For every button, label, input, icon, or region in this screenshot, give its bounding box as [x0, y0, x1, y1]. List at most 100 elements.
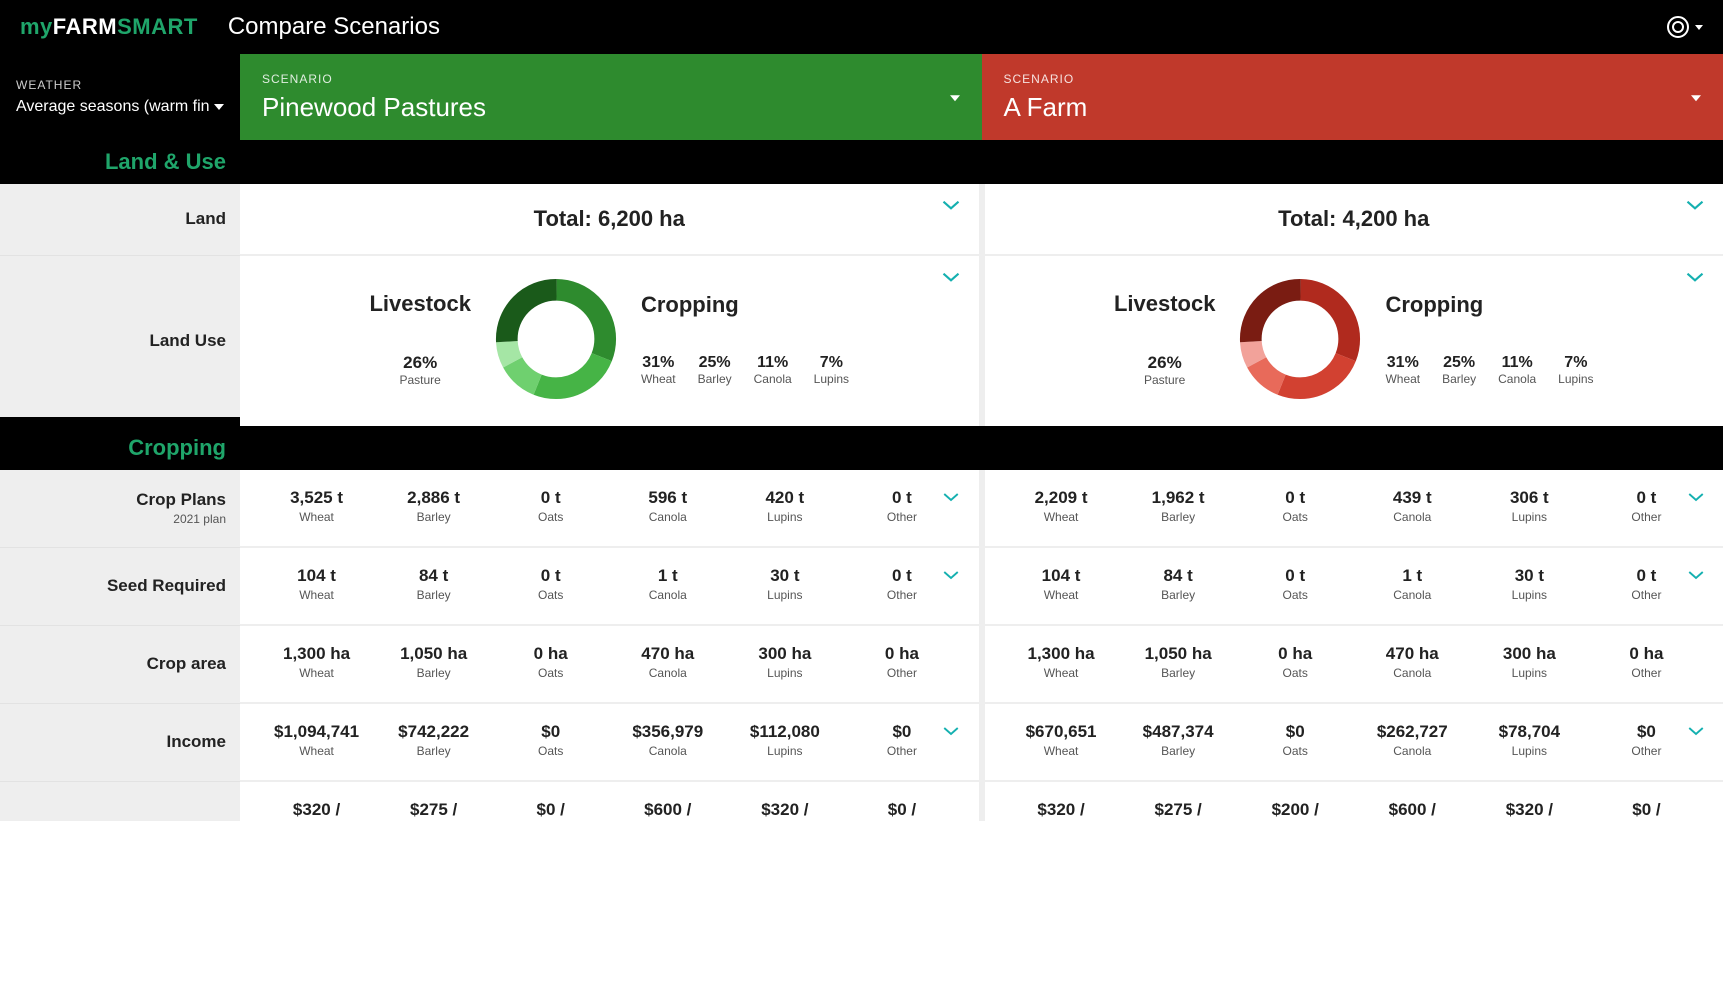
- crop-cell: $262,727Canola: [1354, 722, 1471, 758]
- land-left-panel: Total: 6,200 ha: [240, 184, 979, 254]
- expand-toggle[interactable]: [941, 270, 961, 289]
- scenario-left-name: Pinewood Pastures: [262, 92, 960, 123]
- landuse-left-panel: Livestock 26% Pasture Cropping 31%Wheat: [240, 255, 979, 426]
- crop-cell: 0 haOats: [492, 644, 609, 680]
- land-right-panel: Total: 4,200 ha: [985, 184, 1723, 254]
- landuse-right-panel: Livestock 26% Pasture Cropping 31%Wheat: [985, 255, 1723, 426]
- cropping-row: Seed Required104 tWheat84 tBarley0 tOats…: [0, 547, 1723, 625]
- crop-cell: $742,222Barley: [375, 722, 492, 758]
- crop-cell: $0 /: [1588, 800, 1705, 820]
- crop-cell: 2,886 tBarley: [375, 488, 492, 524]
- page-title: Compare Scenarios: [228, 13, 440, 41]
- scenario-right-selector[interactable]: SCENARIO A Farm: [982, 54, 1723, 140]
- brand-farm: FARM: [53, 14, 117, 39]
- crop-cell: 1 tCanola: [609, 566, 726, 602]
- weather-value: Average seasons (warm fin: [16, 98, 210, 116]
- crop-cell: 0 tOats: [1237, 566, 1354, 602]
- expand-toggle[interactable]: [941, 198, 961, 217]
- crop-cell: $320 /: [1003, 800, 1120, 820]
- weather-selector[interactable]: WEATHER Average seasons (warm fin: [0, 54, 240, 140]
- cropping-row: Crop area1,300 haWheat1,050 haBarley0 ha…: [0, 625, 1723, 703]
- row-label: [0, 781, 240, 821]
- crop-cell: 1 tCanola: [1354, 566, 1471, 602]
- crop-cell: $78,704Lupins: [1471, 722, 1588, 758]
- crop-cell: $0Other: [1588, 722, 1705, 758]
- crop-cell: $320 /: [726, 800, 843, 820]
- row-label: Income: [0, 703, 240, 780]
- scenario-right-name: A Farm: [1004, 92, 1702, 123]
- expand-toggle[interactable]: [1685, 198, 1705, 217]
- land-left-total: Total: 6,200 ha: [258, 202, 961, 232]
- crop-cell: 0 tOther: [1588, 566, 1705, 602]
- cropping-row: Crop Plans2021 plan3,525 tWheat2,886 tBa…: [0, 470, 1723, 547]
- crop-cell: $320 /: [1471, 800, 1588, 820]
- crop-cell: $0Other: [843, 722, 960, 758]
- crop-cell: 0 tOats: [492, 488, 609, 524]
- section-bar-land-use: Land & Use: [0, 140, 1723, 184]
- crop-cell: $0Oats: [492, 722, 609, 758]
- crop-cell: 2,209 tWheat: [1003, 488, 1120, 524]
- selector-row: WEATHER Average seasons (warm fin SCENAR…: [0, 54, 1723, 140]
- cropping-left-panel: 1,300 haWheat1,050 haBarley0 haOats470 h…: [240, 625, 979, 702]
- cropping-right-panel: $670,651Wheat$487,374Barley$0Oats$262,72…: [985, 703, 1723, 780]
- scenario-left-label: SCENARIO: [262, 72, 960, 86]
- crop-cell: 30 tLupins: [1471, 566, 1588, 602]
- cropping-right-panel: 104 tWheat84 tBarley0 tOats1 tCanola30 t…: [985, 547, 1723, 624]
- crop-cell: $600 /: [1354, 800, 1471, 820]
- crop-cell: $275 /: [1120, 800, 1237, 820]
- livestock-heading: Livestock: [369, 291, 471, 317]
- crop-cell: $356,979Canola: [609, 722, 726, 758]
- crop-cell: 104 tWheat: [258, 566, 375, 602]
- user-circle-icon: [1667, 16, 1689, 38]
- land-right-total: Total: 4,200 ha: [1003, 202, 1706, 232]
- crop-cell: 0 tOats: [492, 566, 609, 602]
- cropping-row-partial: $320 /$275 /$0 /$600 /$320 /$0 /$320 /$2…: [0, 781, 1723, 821]
- pasture-pct-right: 26%: [1114, 353, 1216, 373]
- crop-cell: $0 /: [492, 800, 609, 820]
- crop-cell: 1,962 tBarley: [1120, 488, 1237, 524]
- cropping-heading: Cropping: [641, 292, 849, 318]
- crop-cell: 306 tLupins: [1471, 488, 1588, 524]
- pasture-label-right: Pasture: [1114, 373, 1216, 387]
- crop-cell: 470 haCanola: [1354, 644, 1471, 680]
- cropping-left-panel: $320 /$275 /$0 /$600 /$320 /$0 /: [240, 781, 979, 821]
- cropping-right-panel: $320 /$275 /$200 /$600 /$320 /$0 /: [985, 781, 1723, 821]
- landuse-donut-left: [491, 274, 621, 404]
- top-bar: myFARMSMART Compare Scenarios: [0, 0, 1723, 54]
- crop-cell: $487,374Barley: [1120, 722, 1237, 758]
- crop-cell: 300 haLupins: [1471, 644, 1588, 680]
- row-land: Land Total: 6,200 ha Total: 4,200 ha: [0, 184, 1723, 255]
- crop-cell: 0 haOats: [1237, 644, 1354, 680]
- expand-toggle[interactable]: [1687, 724, 1705, 742]
- weather-label: WEATHER: [16, 78, 224, 92]
- cropping-left-panel: 3,525 tWheat2,886 tBarley0 tOats596 tCan…: [240, 470, 979, 546]
- crop-cell: 0 tOther: [1588, 488, 1705, 524]
- crop-cell: $600 /: [609, 800, 726, 820]
- section-cropping: Crop Plans2021 plan3,525 tWheat2,886 tBa…: [0, 470, 1723, 821]
- pasture-pct-left: 26%: [369, 353, 471, 373]
- row-label-land-use: Land Use: [0, 255, 240, 426]
- livestock-heading: Livestock: [1114, 291, 1216, 317]
- brand-logo[interactable]: myFARMSMART: [20, 14, 198, 40]
- crop-cell: 84 tBarley: [1120, 566, 1237, 602]
- scenario-left-selector[interactable]: SCENARIO Pinewood Pastures: [240, 54, 982, 140]
- crop-cell: $275 /: [375, 800, 492, 820]
- user-menu[interactable]: [1667, 16, 1703, 38]
- row-label: Crop area: [0, 625, 240, 702]
- expand-toggle[interactable]: [1687, 568, 1705, 586]
- chevron-down-icon: [1695, 25, 1703, 30]
- crop-cell: 0 tOther: [843, 566, 960, 602]
- expand-toggle[interactable]: [1687, 490, 1705, 508]
- crop-cell: $670,651Wheat: [1003, 722, 1120, 758]
- section-land-use: Land Total: 6,200 ha Total: 4,200 ha Lan…: [0, 184, 1723, 426]
- crop-cell: 0 haOther: [843, 644, 960, 680]
- expand-toggle[interactable]: [1685, 270, 1705, 289]
- crop-cell: 1,300 haWheat: [258, 644, 375, 680]
- cropping-right-panel: 2,209 tWheat1,962 tBarley0 tOats439 tCan…: [985, 470, 1723, 546]
- expand-toggle[interactable]: [942, 490, 960, 508]
- crop-cell: $200 /: [1237, 800, 1354, 820]
- crop-cell: 84 tBarley: [375, 566, 492, 602]
- expand-toggle[interactable]: [942, 568, 960, 586]
- landuse-left-crops: 31%Wheat 25%Barley 11%Canola 7%Lupins: [641, 354, 849, 386]
- expand-toggle[interactable]: [942, 724, 960, 742]
